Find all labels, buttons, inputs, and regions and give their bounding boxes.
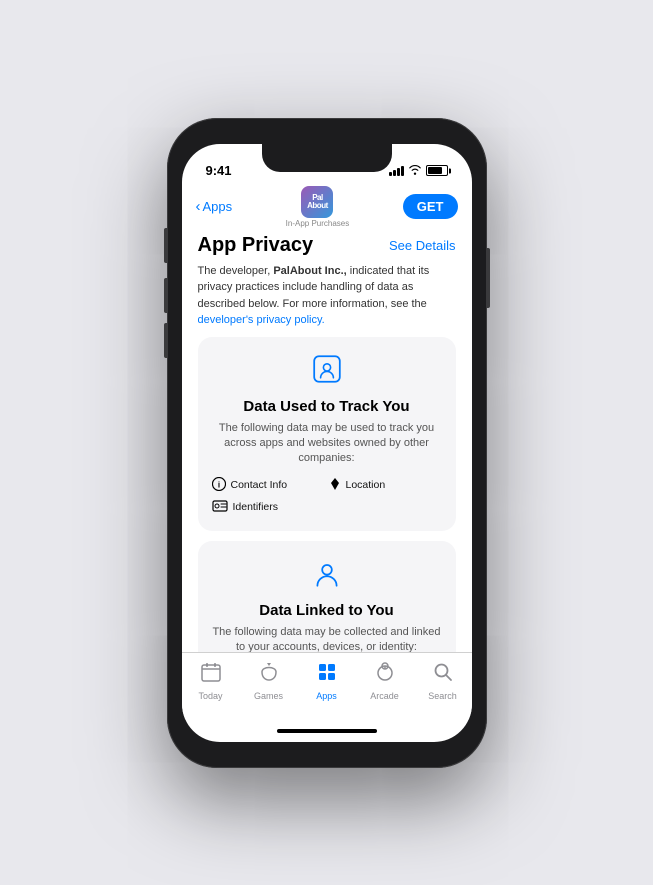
privacy-title: App Privacy xyxy=(198,234,314,257)
apps-tab-icon xyxy=(316,661,338,689)
privacy-description: The developer, PalAbout Inc., indicated … xyxy=(198,263,456,329)
tab-arcade-label: Arcade xyxy=(370,691,399,701)
linked-card-title: Data Linked to You xyxy=(212,602,442,619)
linked-card-desc: The following data may be collected and … xyxy=(212,625,442,652)
status-time: 9:41 xyxy=(206,163,232,178)
app-icon: PalAbout xyxy=(301,186,333,218)
linked-icon xyxy=(212,557,442,596)
screen: 9:41 xyxy=(182,144,472,742)
arcade-tab-icon xyxy=(374,661,396,689)
tab-search-label: Search xyxy=(428,691,457,701)
volume-down-button xyxy=(164,323,167,358)
search-tab-icon xyxy=(432,661,454,689)
developer-name: PalAbout Inc., xyxy=(273,265,346,277)
home-bar xyxy=(277,729,377,733)
see-details-link[interactable]: See Details xyxy=(389,238,455,253)
chevron-left-icon: ‹ xyxy=(196,198,201,215)
item-label: Location xyxy=(346,479,386,491)
tab-games[interactable]: Games xyxy=(240,661,298,701)
notch xyxy=(262,144,392,172)
list-item: i Contact Info xyxy=(212,477,325,494)
track-card-title: Data Used to Track You xyxy=(212,398,442,415)
privacy-policy-link[interactable]: developer's privacy policy. xyxy=(198,314,325,326)
today-tab-icon xyxy=(200,661,222,689)
list-item: Identifiers xyxy=(212,500,325,515)
item-label: Contact Info xyxy=(231,479,288,491)
games-tab-icon xyxy=(258,661,280,689)
location-icon xyxy=(329,477,341,494)
linked-to-you-card: Data Linked to You The following data ma… xyxy=(198,541,456,652)
item-label: Identifiers xyxy=(233,501,279,513)
privacy-header: App Privacy See Details xyxy=(198,234,456,257)
phone-frame: 9:41 xyxy=(167,118,487,768)
track-card-desc: The following data may be used to track … xyxy=(212,421,442,467)
info-icon: i xyxy=(212,477,226,494)
id-icon xyxy=(212,500,228,515)
tab-arcade[interactable]: Arcade xyxy=(356,661,414,701)
svg-text:i: i xyxy=(217,480,219,489)
nav-center: PalAbout In-App Purchases xyxy=(240,186,395,228)
tab-today[interactable]: Today xyxy=(182,661,240,701)
back-label: Apps xyxy=(203,199,233,214)
home-indicator xyxy=(182,720,472,742)
tab-games-label: Games xyxy=(254,691,283,701)
battery-icon xyxy=(426,165,448,176)
tab-apps[interactable]: Apps xyxy=(298,661,356,701)
tab-bar: Today Games Apps xyxy=(182,652,472,720)
status-icons xyxy=(389,164,448,178)
track-you-card: Data Used to Track You The following dat… xyxy=(198,337,456,531)
back-button[interactable]: ‹ Apps xyxy=(196,198,233,215)
get-button[interactable]: GET xyxy=(403,194,458,219)
track-items-list: i Contact Info Location I xyxy=(212,477,442,515)
content-area: App Privacy See Details The developer, P… xyxy=(182,234,472,652)
tab-today-label: Today xyxy=(198,691,222,701)
tab-apps-label: Apps xyxy=(316,691,337,701)
navigation-bar: ‹ Apps PalAbout In-App Purchases GET xyxy=(182,182,472,234)
app-subtitle: In-App Purchases xyxy=(286,219,350,228)
wifi-icon xyxy=(408,164,422,178)
tracking-icon xyxy=(212,353,442,392)
list-item: Location xyxy=(329,477,442,494)
signal-icon xyxy=(389,166,404,176)
tab-search[interactable]: Search xyxy=(414,661,472,701)
volume-up-button xyxy=(164,278,167,313)
